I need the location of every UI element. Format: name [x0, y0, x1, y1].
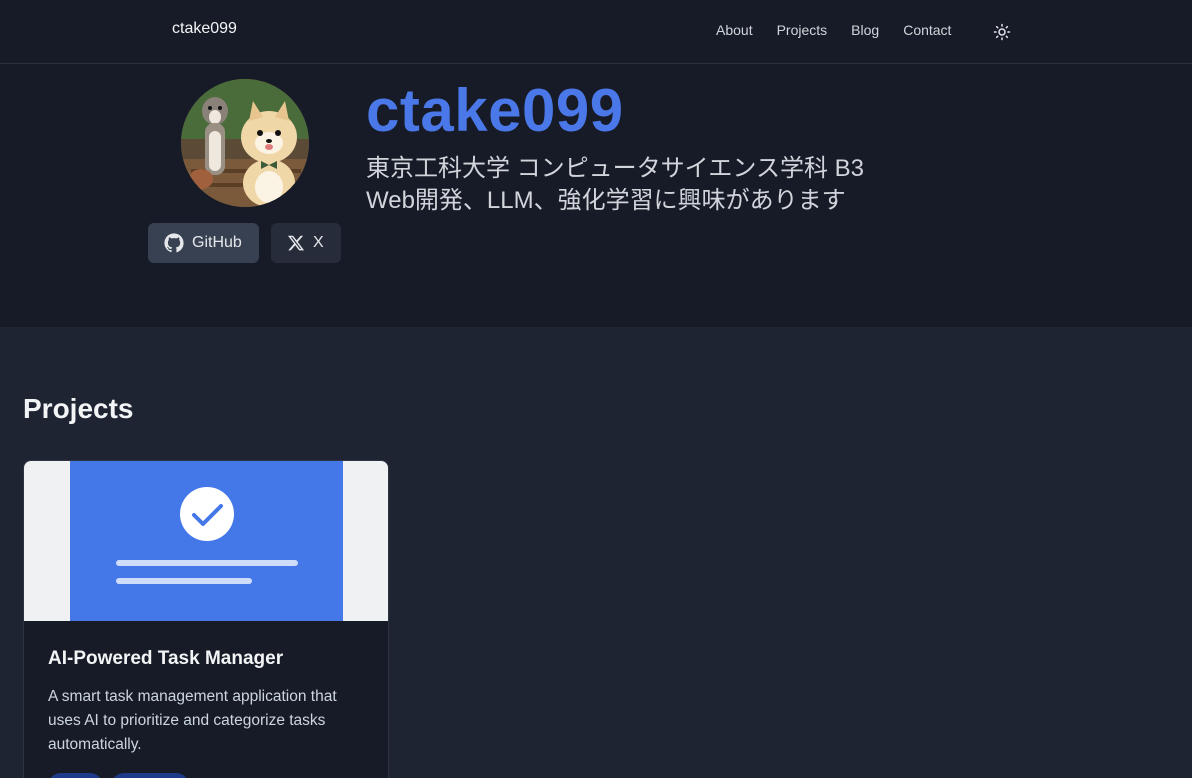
avatar-illustration: [181, 79, 309, 207]
nav-projects[interactable]: Projects: [777, 22, 828, 38]
sun-icon: [993, 23, 1011, 41]
avatar: [181, 79, 309, 207]
github-icon: [164, 233, 184, 253]
x-button-label: X: [313, 234, 324, 251]
hero-interests: Web開発、LLM、強化学習に興味があります: [366, 187, 846, 214]
theme-toggle-button[interactable]: [990, 20, 1014, 44]
project-thumbnail: [24, 461, 388, 621]
nav-contact[interactable]: Contact: [903, 22, 951, 38]
project-tag: [111, 773, 189, 778]
project-tag: [48, 773, 103, 778]
nav-blog[interactable]: Blog: [851, 22, 879, 38]
x-button[interactable]: X: [271, 223, 341, 263]
x-logo-icon: [287, 235, 305, 251]
project-title: AI-Powered Task Manager: [48, 648, 284, 669]
task-manager-illustration: [70, 461, 343, 621]
main-nav: About Projects Blog Contact: [716, 22, 975, 38]
hero-name: ctake099: [366, 77, 624, 144]
project-description: A smart task management application that…: [48, 688, 337, 753]
github-button[interactable]: GitHub: [148, 223, 259, 263]
top-navbar: ctake099 About Projects Blog Contact: [0, 0, 1192, 64]
projects-heading: Projects: [23, 393, 134, 424]
project-card[interactable]: AI-Powered Task Manager A smart task man…: [23, 460, 389, 778]
brand-link[interactable]: ctake099: [172, 20, 237, 38]
nav-about[interactable]: About: [716, 22, 753, 38]
hero-affiliation: 東京工科大学 コンピュータサイエンス学科 B3: [366, 155, 864, 182]
hero-section: GitHub X ctake099 東京工科大学 コンピュータサイエンス学科 B…: [0, 64, 1192, 327]
github-button-label: GitHub: [192, 234, 242, 251]
